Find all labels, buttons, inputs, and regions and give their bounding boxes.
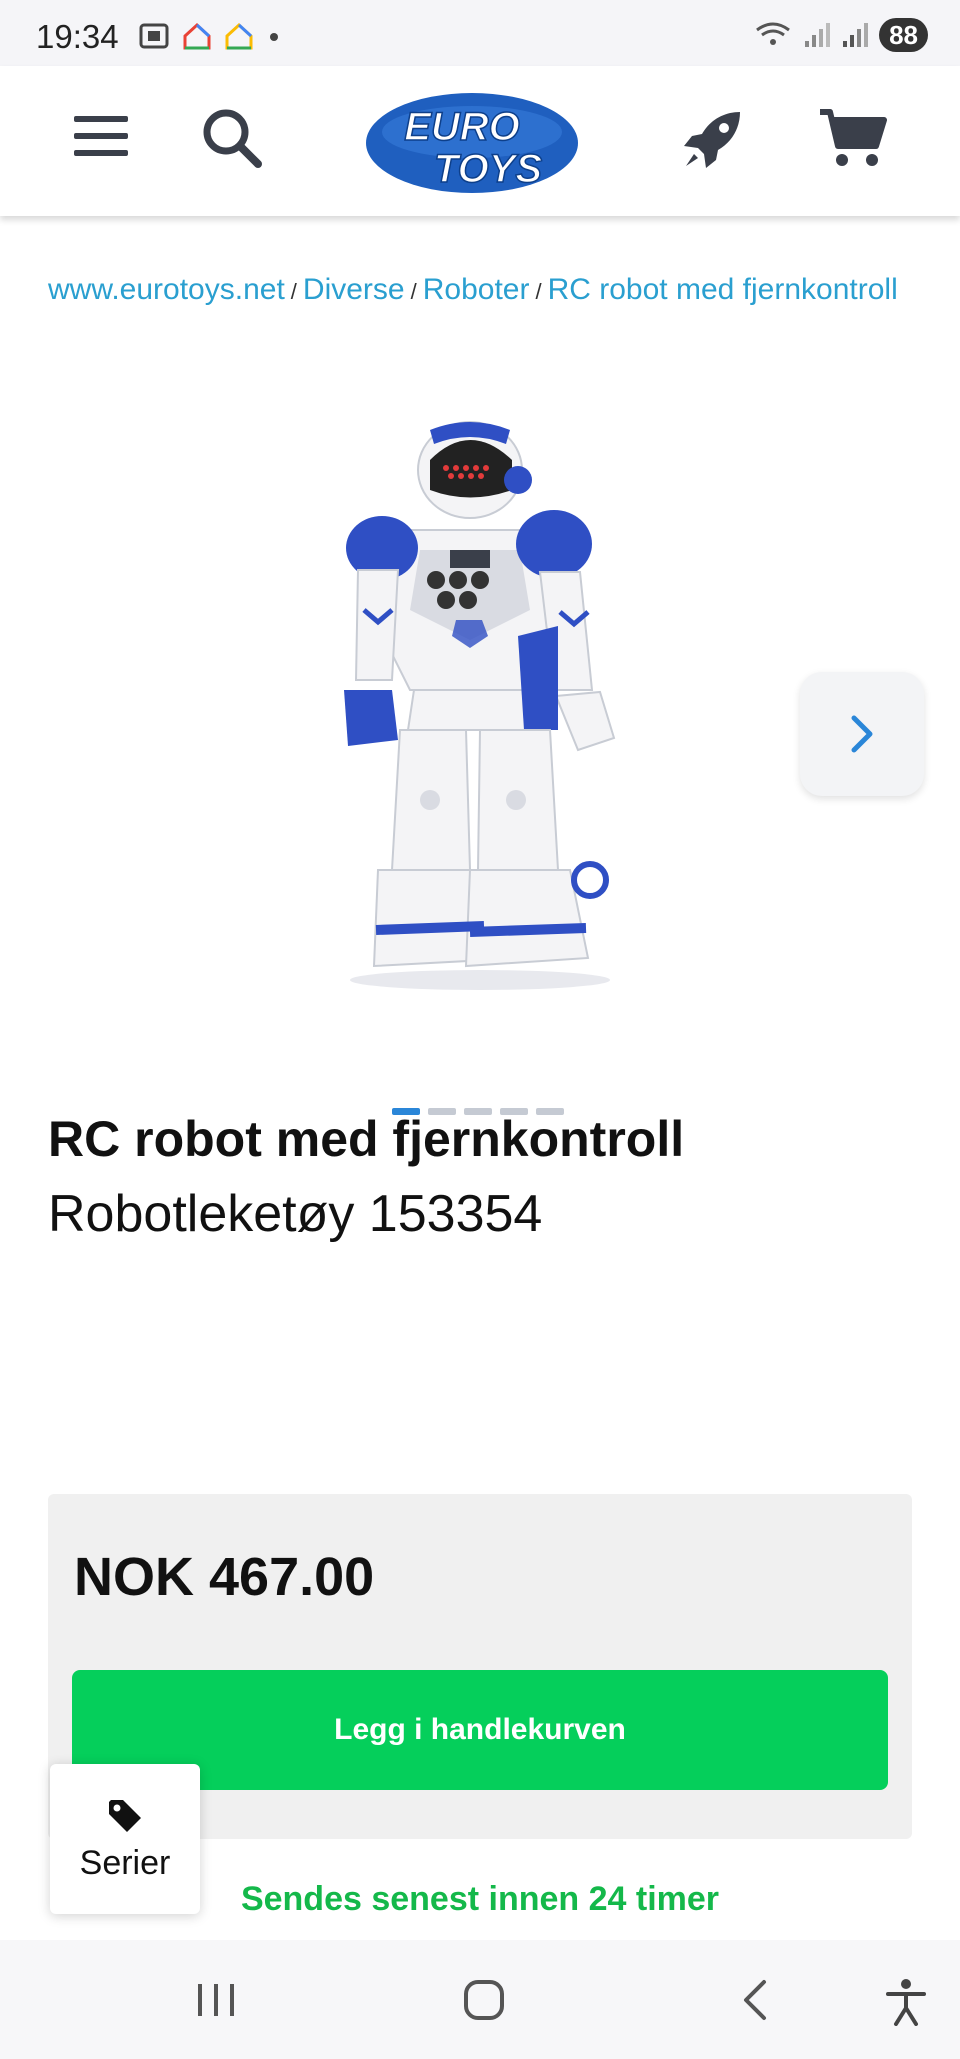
search-icon[interactable] xyxy=(200,106,264,170)
more-dot-icon xyxy=(270,33,278,41)
status-bar: 19:34 88 xyxy=(0,0,960,66)
screenshot-icon xyxy=(139,23,169,49)
signal-icon xyxy=(805,23,831,47)
breadcrumb-link-roboter[interactable]: Roboter xyxy=(423,273,530,306)
wifi-icon xyxy=(756,22,790,45)
signal-icon-2 xyxy=(843,23,869,47)
gallery-next-button[interactable] xyxy=(800,672,924,796)
recent-apps-icon[interactable] xyxy=(194,1978,238,2022)
breadcrumb-separator: / xyxy=(535,279,542,304)
tag-icon xyxy=(109,1799,141,1832)
product-image-robot[interactable] xyxy=(130,400,830,1050)
battery-indicator: 88 xyxy=(879,18,928,52)
accessibility-icon[interactable] xyxy=(884,1978,928,2026)
cart-icon[interactable] xyxy=(818,106,888,170)
breadcrumb-link-product[interactable]: RC robot med fjernkontroll xyxy=(548,273,898,306)
product-subtitle: Robotleketøy 153354 xyxy=(48,1185,543,1243)
menu-icon[interactable] xyxy=(72,106,130,166)
breadcrumb-separator: / xyxy=(410,279,417,304)
rocket-icon[interactable] xyxy=(680,106,746,172)
breadcrumb-separator: / xyxy=(290,279,297,304)
series-button-label: Serier xyxy=(79,1843,171,1882)
site-header: EURO TOYS xyxy=(0,66,960,216)
eurotoys-logo[interactable]: EURO TOYS xyxy=(364,90,580,196)
logo-text-euro: EURO xyxy=(404,105,520,149)
chevron-right-icon xyxy=(851,715,873,753)
series-button[interactable]: Serier xyxy=(50,1764,200,1914)
status-time: 19:34 xyxy=(36,18,119,55)
home-icon[interactable] xyxy=(462,1978,506,2022)
product-price: NOK 467.00 xyxy=(74,1547,375,1607)
home-app-icon xyxy=(183,22,211,50)
logo-text-toys: TOYS xyxy=(434,147,543,191)
breadcrumb-link-home[interactable]: www.eurotoys.net xyxy=(48,273,285,306)
system-icons: 88 xyxy=(753,18,928,52)
notification-icons xyxy=(138,22,282,50)
home-app-icon-2 xyxy=(225,22,253,50)
back-icon[interactable] xyxy=(736,1978,776,2022)
breadcrumb: www.eurotoys.net / Diverse / Roboter / RC robo… xyxy=(48,266,908,316)
product-title: RC robot med fjernkontroll xyxy=(48,1111,685,1167)
breadcrumb-link-diverse[interactable]: Diverse xyxy=(303,273,405,306)
system-nav-bar xyxy=(0,1940,960,2059)
